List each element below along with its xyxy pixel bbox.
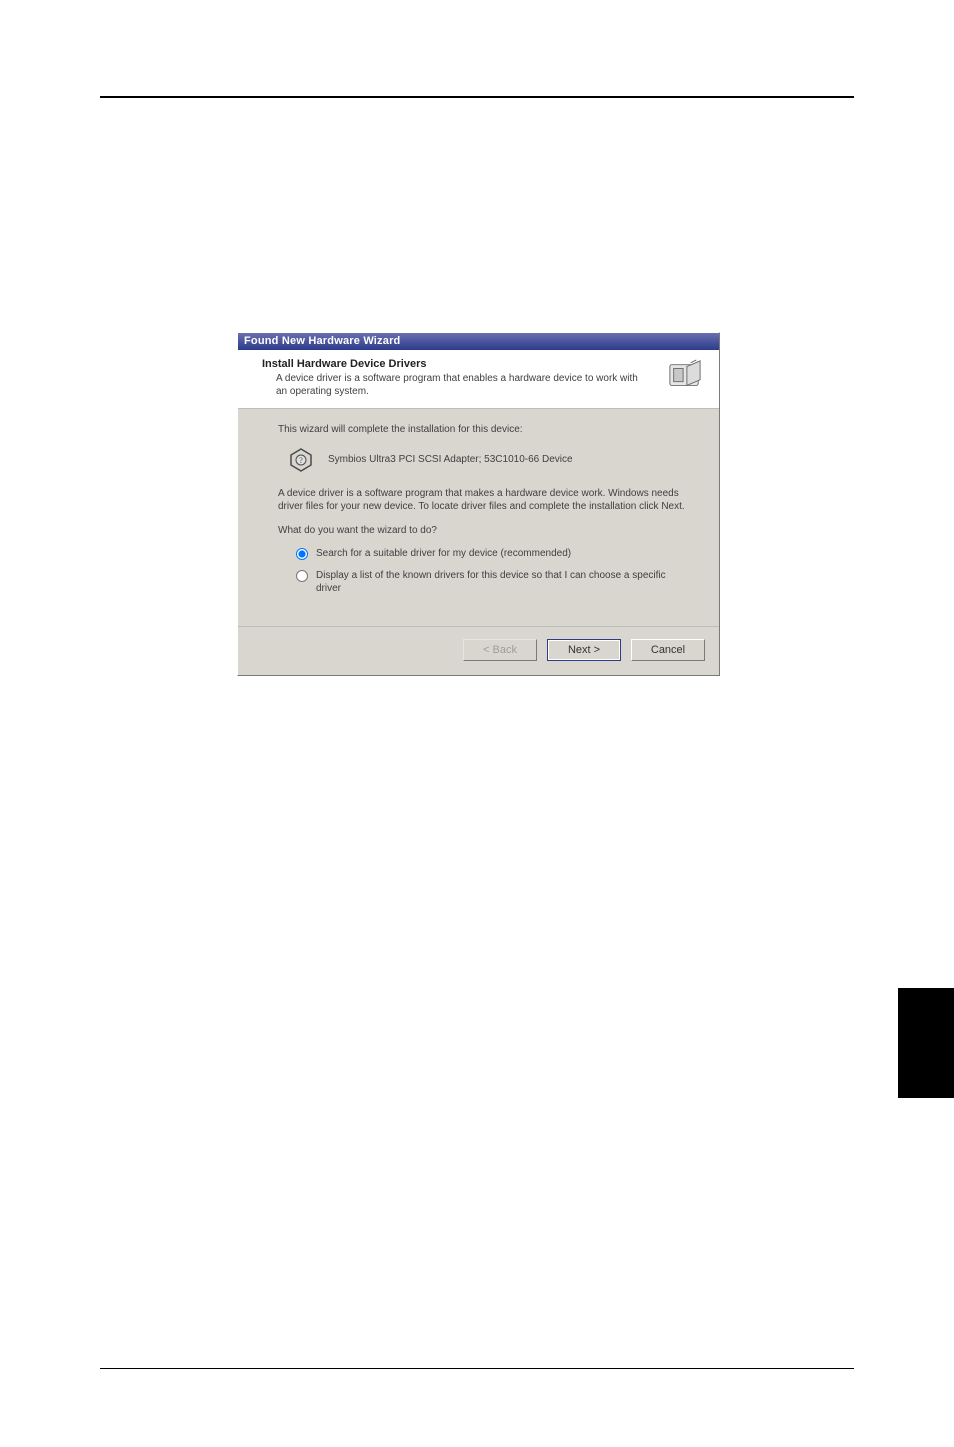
- page-side-tab: [898, 988, 954, 1098]
- dialog-header: Install Hardware Device Drivers A device…: [238, 350, 719, 409]
- dialog-body: This wizard will complete the installati…: [238, 409, 719, 626]
- wizard-prompt-text: What do you want the wizard to do?: [278, 524, 685, 538]
- header-rule: [100, 96, 854, 98]
- dialog-header-subtitle: A device driver is a software program th…: [276, 373, 646, 398]
- radio-display-label: Display a list of the known drivers for …: [316, 569, 676, 596]
- radio-search-input[interactable]: [296, 548, 308, 560]
- footer-rule: [100, 1368, 854, 1369]
- dialog-button-row: < Back Next > Cancel: [238, 626, 719, 675]
- radio-search-suitable-driver[interactable]: Search for a suitable driver for my devi…: [296, 547, 685, 561]
- hardware-install-icon: [667, 358, 703, 394]
- device-name-text: Symbios Ultra3 PCI SCSI Adapter; 53C1010…: [328, 453, 573, 467]
- device-row: ? Symbios Ultra3 PCI SCSI Adapter; 53C10…: [288, 447, 685, 473]
- completes-text: This wizard will complete the installati…: [278, 423, 685, 437]
- dialog-titlebar: Found New Hardware Wizard: [238, 333, 719, 350]
- back-button: < Back: [463, 639, 537, 661]
- radio-display-driver-list[interactable]: Display a list of the known drivers for …: [296, 569, 685, 596]
- cancel-button[interactable]: Cancel: [631, 639, 705, 661]
- svg-text:?: ?: [299, 456, 303, 465]
- dialog-title-text: Found New Hardware Wizard: [244, 335, 400, 347]
- found-new-hardware-wizard-dialog: Found New Hardware Wizard Install Hardwa…: [237, 332, 720, 676]
- driver-explain-text: A device driver is a software program th…: [278, 487, 685, 514]
- unknown-device-icon: ?: [288, 447, 314, 473]
- dialog-header-title: Install Hardware Device Drivers: [262, 358, 659, 370]
- radio-search-label: Search for a suitable driver for my devi…: [316, 547, 571, 561]
- wizard-radio-group: Search for a suitable driver for my devi…: [296, 547, 685, 596]
- radio-display-input[interactable]: [296, 570, 308, 582]
- dialog-header-text: Install Hardware Device Drivers A device…: [262, 358, 659, 398]
- next-button[interactable]: Next >: [547, 639, 621, 661]
